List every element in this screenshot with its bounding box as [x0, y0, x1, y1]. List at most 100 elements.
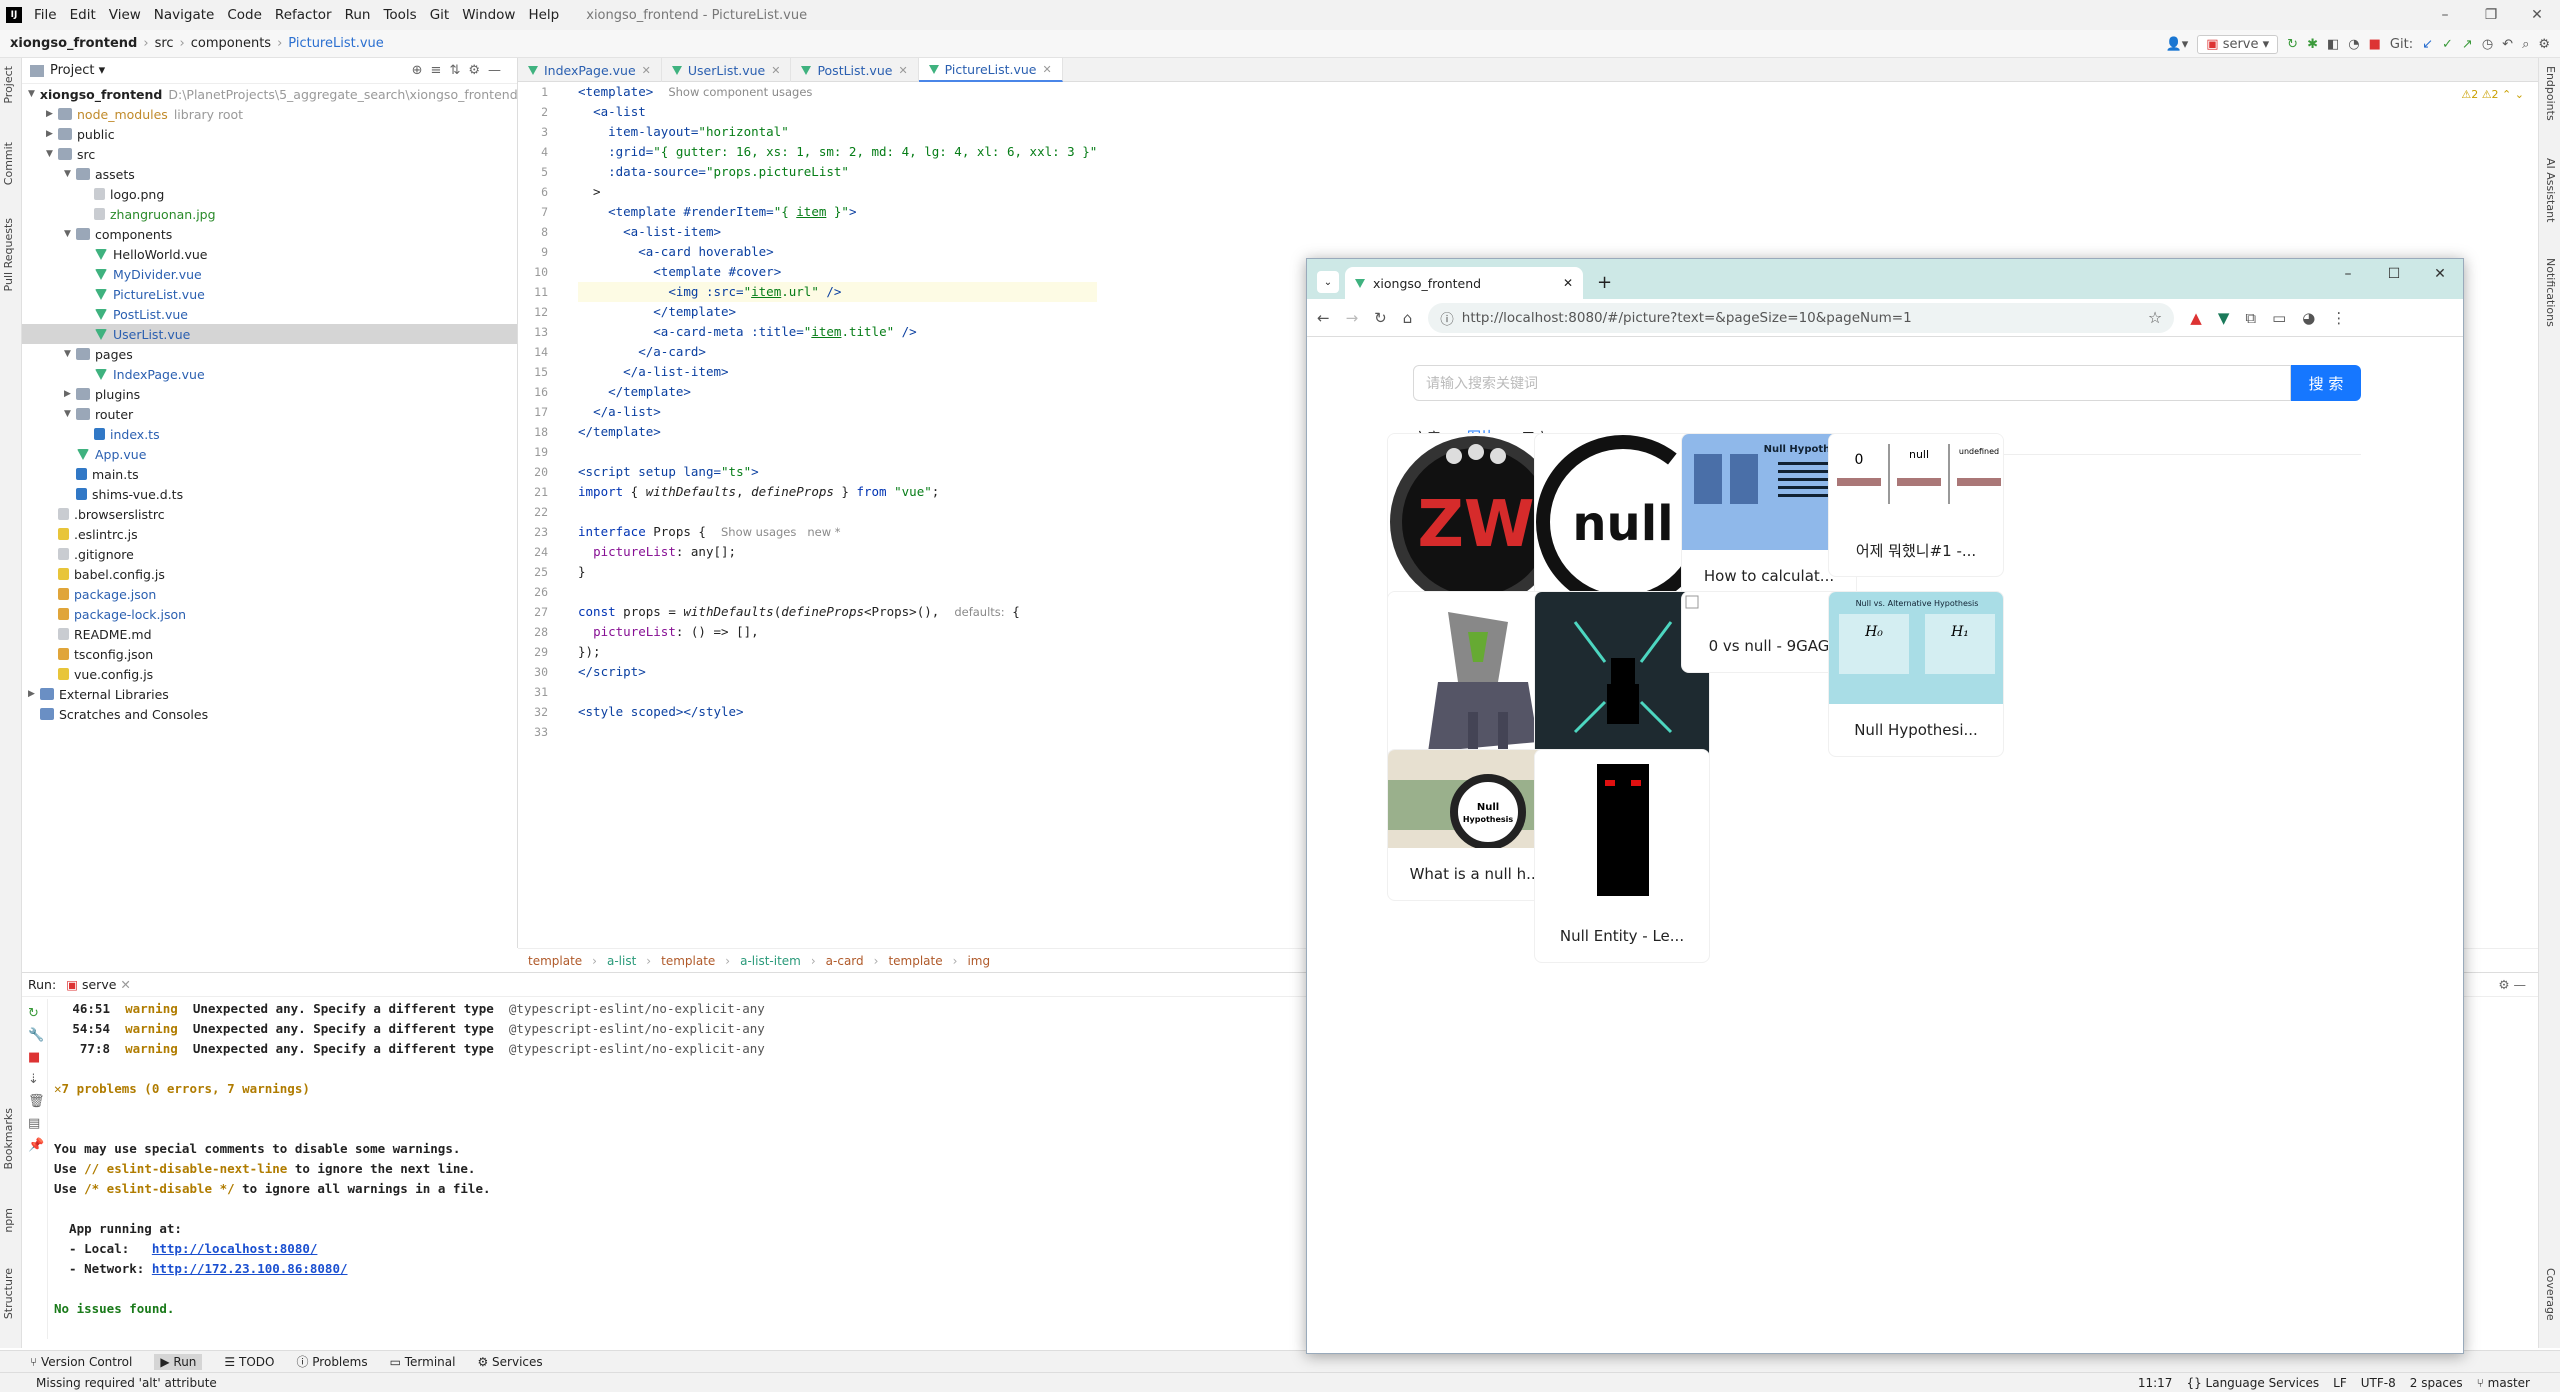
menu-git[interactable]: Git	[430, 7, 450, 23]
menu-help[interactable]: Help	[528, 7, 559, 23]
menu-edit[interactable]: Edit	[70, 7, 96, 23]
expand-arrow-icon[interactable]: ▼	[64, 229, 76, 239]
pull-requests-tool-button[interactable]: Pull Requests	[2, 218, 15, 291]
tree-item[interactable]: ▶ External Libraries	[22, 684, 517, 704]
tree-item[interactable]: .gitignore	[22, 544, 517, 564]
tree-item[interactable]: tsconfig.json	[22, 644, 517, 664]
picture-card[interactable]: 0 null undefined 어제 뭐했니#1 -...	[1828, 433, 2004, 577]
code-line[interactable]: </a-list>	[578, 402, 1097, 422]
tree-item[interactable]: babel.config.js	[22, 564, 517, 584]
code-line[interactable]: }	[578, 562, 1097, 582]
breadcrumb-item[interactable]: img	[967, 954, 990, 968]
git-commit-icon[interactable]: ✓	[2442, 37, 2453, 52]
tool-problems[interactable]: ⓘ Problems	[296, 1353, 367, 1370]
npm-tool-button[interactable]: npm	[2, 1208, 15, 1233]
stop-icon[interactable]: ■	[28, 1047, 41, 1069]
profile-icon[interactable]: ◔	[2348, 37, 2359, 52]
tab-postlist[interactable]: PostList.vue ✕	[791, 58, 919, 82]
tree-item[interactable]: vue.config.js	[22, 664, 517, 684]
breadcrumb-item[interactable]: template	[528, 954, 582, 968]
close-tab-icon[interactable]: ✕	[1042, 63, 1051, 76]
code-line[interactable]: <template> Show component usages	[578, 82, 1097, 102]
code-line[interactable]: <a-card hoverable>	[578, 242, 1097, 262]
back-icon[interactable]: ←	[1317, 309, 1330, 327]
run-settings-icon[interactable]: ⚙ —	[2498, 977, 2526, 992]
code-line[interactable]: item-layout="horizontal"	[578, 122, 1097, 142]
tree-item[interactable]: ▶ plugins	[22, 384, 517, 404]
tree-item[interactable]: PictureList.vue	[22, 284, 517, 304]
browser-menu-icon[interactable]: ⋮	[2331, 309, 2346, 327]
tree-item[interactable]: logo.png	[22, 184, 517, 204]
minimize-icon[interactable]: –	[2422, 0, 2468, 30]
rollback-icon[interactable]: ↶	[2502, 37, 2513, 52]
tree-item[interactable]: index.ts	[22, 424, 517, 444]
bookmarks-tool-button[interactable]: Bookmarks	[2, 1108, 15, 1169]
code-line[interactable]: :data-source="props.pictureList"	[578, 162, 1097, 182]
indent-setting[interactable]: 2 spaces	[2410, 1376, 2463, 1390]
picture-card[interactable]: Null vs. Alternative Hypothesis H₀ H₁ Null …	[1828, 591, 2004, 757]
tree-item[interactable]: ▶ node_modules library root	[22, 104, 517, 124]
home-icon[interactable]: ⌂	[1403, 309, 1413, 327]
menu-refactor[interactable]: Refactor	[275, 7, 332, 23]
tree-item[interactable]: ▼ router	[22, 404, 517, 424]
menu-window[interactable]: Window	[462, 7, 515, 23]
crumb-src[interactable]: src	[155, 36, 174, 51]
tree-item[interactable]: ▼ pages	[22, 344, 517, 364]
local-url-link[interactable]: http://localhost:8080/	[152, 1241, 318, 1256]
expand-arrow-icon[interactable]: ▼	[64, 409, 76, 419]
close-icon[interactable]: ✕	[2514, 0, 2560, 30]
code-line[interactable]: >	[578, 182, 1097, 202]
extensions-icon[interactable]: ⧉	[2245, 309, 2256, 327]
code-line[interactable]: <a-card-meta :title="item.title" />	[578, 322, 1097, 342]
code-line[interactable]	[578, 442, 1097, 462]
code-line[interactable]: </script>	[578, 662, 1097, 682]
search-button[interactable]: 搜 索	[2291, 365, 2361, 401]
code-line[interactable]: <a-list	[578, 102, 1097, 122]
crumb-components[interactable]: components	[191, 36, 271, 51]
user-icon[interactable]: 👤▾	[2166, 37, 2189, 52]
expand-arrow-icon[interactable]: ▼	[46, 149, 58, 159]
sidebar-icon[interactable]: ▭	[2272, 309, 2286, 327]
crumb-project[interactable]: xiongso_frontend	[10, 36, 137, 51]
picture-cover-image[interactable]	[1535, 750, 1709, 910]
code-line[interactable]	[578, 582, 1097, 602]
tab-search-icon[interactable]: ⌄	[1317, 271, 1339, 293]
menu-code[interactable]: Code	[227, 7, 262, 23]
picture-card[interactable]: Null Entity - Le...	[1534, 749, 1710, 963]
extension-icon[interactable]: ▲	[2190, 309, 2202, 327]
browser-tab[interactable]: xiongso_frontend ✕	[1345, 267, 1583, 299]
tab-userlist[interactable]: UserList.vue ✕	[662, 58, 792, 82]
code-line[interactable]	[578, 722, 1097, 742]
tree-item[interactable]: .browserslistrc	[22, 504, 517, 524]
project-tool-button[interactable]: Project	[2, 66, 15, 104]
rerun-icon[interactable]: ↻	[2287, 37, 2298, 52]
inspection-warnings[interactable]: ⚠2 ⚠2 ⌃ ⌄	[2461, 88, 2524, 101]
tab-picturelist[interactable]: PictureList.vue ✕	[918, 58, 1063, 82]
code-line[interactable]: const props = withDefaults(defineProps<P…	[578, 602, 1097, 622]
run-config-select[interactable]: ▣ serve ▾	[2197, 34, 2279, 54]
expand-arrow-icon[interactable]: ▼	[64, 349, 76, 359]
vue-devtools-icon[interactable]: ▼	[2218, 309, 2230, 327]
tree-item[interactable]: PostList.vue	[22, 304, 517, 324]
coverage-icon[interactable]: ◧	[2327, 37, 2339, 52]
search-everywhere-icon[interactable]: ⌕	[2522, 37, 2529, 52]
menu-tools[interactable]: Tools	[383, 7, 416, 23]
code-line[interactable]	[578, 502, 1097, 522]
git-push-icon[interactable]: ↗	[2462, 37, 2473, 52]
settings-icon[interactable]: ⚙	[2538, 37, 2550, 52]
caret-position[interactable]: 11:17	[2138, 1376, 2173, 1390]
code-line[interactable]: </template>	[578, 422, 1097, 442]
tool-todo[interactable]: ☰ TODO	[224, 1355, 274, 1369]
close-tab-icon[interactable]: ✕	[1563, 276, 1573, 290]
coverage-tool-button[interactable]: Coverage	[2544, 1268, 2557, 1321]
code-line[interactable]	[578, 682, 1097, 702]
tree-item[interactable]: HelloWorld.vue	[22, 244, 517, 264]
close-icon[interactable]: ✕	[2417, 259, 2463, 289]
tree-item[interactable]: package-lock.json	[22, 604, 517, 624]
layout-icon[interactable]: ▤	[28, 1113, 41, 1135]
code-line[interactable]: pictureList: () => [],	[578, 622, 1097, 642]
code-line[interactable]: <a-list-item>	[578, 222, 1097, 242]
network-url-link[interactable]: http://172.23.100.86:8080/	[152, 1261, 348, 1276]
breadcrumb-item[interactable]: template	[661, 954, 715, 968]
tree-item[interactable]: MyDivider.vue	[22, 264, 517, 284]
